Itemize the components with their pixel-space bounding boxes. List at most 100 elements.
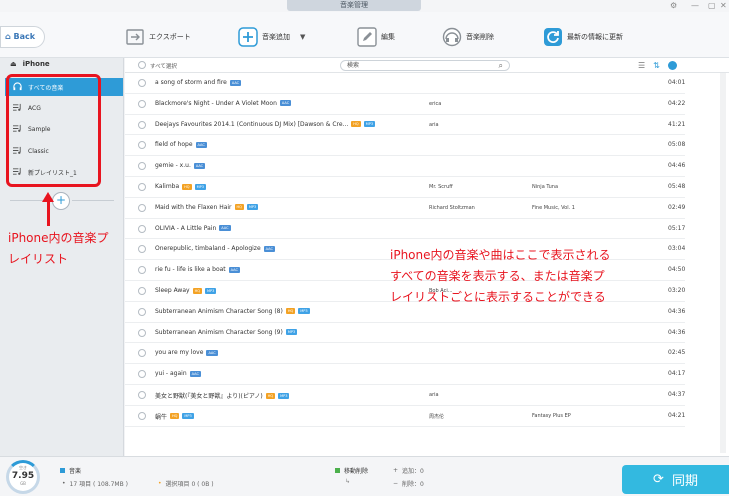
format-badge: AAC [219,225,231,232]
back-button[interactable]: ⌂ Back [0,26,45,48]
format-badge: AAC [229,79,242,86]
track-duration: 02:49 [668,203,686,211]
artist-view-icon[interactable]: ⇅ [653,61,660,70]
delete-music-icon [442,27,462,47]
row-checkbox[interactable] [138,162,146,171]
track-title: Deejays Favourites 2014.1 (Continuous DJ… [155,120,376,128]
table-row[interactable]: 蜗牛 HQ MP3 周杰伦 Fantasy Plus EP 04:21 [125,406,685,427]
export-icon [125,27,145,47]
track-duration: 03:20 [668,287,686,294]
chevron-down-icon[interactable]: ▼ [300,33,305,41]
format-badge: HQ [351,121,361,128]
track-title: Subterranean Animism Character Song (9) M… [155,328,298,336]
search-icon: ⌕ [498,61,503,70]
table-row[interactable]: Maid with the Flaxen Hair HQ MP3 Richard St… [125,198,685,219]
row-checkbox[interactable] [138,328,146,337]
format-badge: AAC [228,266,240,273]
table-row[interactable]: field of hope AAC 05:08 [125,135,685,157]
row-checkbox[interactable] [138,183,146,191]
edit-button[interactable]: 編集 [357,26,395,48]
track-album: Ninja Tuna [532,184,559,190]
gear-icon[interactable]: ⚙ [670,1,677,10]
track-title: Subterranean Animism Character Song (8) H… [155,307,310,315]
row-checkbox[interactable] [138,391,146,399]
add-playlist-button[interactable]: + [52,192,70,210]
format-badge: MP3 [204,287,217,294]
export-button[interactable]: エクスポート [125,26,191,48]
delete-count: − 削除：0 [393,480,424,488]
music-color-icon [60,468,65,473]
track-title: you are my love AAC [155,349,218,357]
track-title: Blackmore's Night - Under A Violet Moon A… [155,99,292,107]
format-badge: AAC [195,141,207,148]
row-checkbox[interactable] [138,287,146,295]
row-checkbox[interactable] [138,370,146,379]
scrollbar[interactable] [720,73,726,453]
row-checkbox[interactable] [138,99,146,108]
row-checkbox[interactable] [138,266,146,275]
window-title: 音楽管理 [287,0,421,11]
table-row[interactable]: you are my love AAC 02:45 [125,343,685,365]
row-checkbox[interactable] [138,120,146,129]
row-checkbox[interactable] [138,224,146,233]
refresh-button[interactable]: 最新の情報に更新 [543,26,623,48]
add-count: + 追加：0 [393,467,424,475]
status-footer: 空き 7.95 GB 音楽 • 17 項目 ( 108.7MB ) • 選択項目… [0,456,729,496]
track-duration: 04:37 [668,391,686,398]
format-badge: HQ [234,204,244,211]
annotation-highlight-box [6,74,101,187]
refresh-icon [543,27,563,47]
select-all-checkbox[interactable] [138,61,146,69]
track-artist: aria [429,392,439,398]
format-badge: HQ [182,183,192,190]
table-row[interactable]: Subterranean Animism Character Song (9) M… [125,323,685,344]
row-checkbox[interactable] [138,307,146,316]
table-row[interactable]: a song of storm and fire AAC 04:01 [125,73,685,94]
track-title: yui - again AAC [155,370,201,378]
table-row[interactable]: OLIVIA - A Little Pain AAC 05:17 [125,219,685,240]
capacity-gauge: 空き 7.95 GB [6,460,40,494]
list-header: すべて選択 検索 ⌕ ☰ ⇅ [125,58,729,73]
row-checkbox[interactable] [138,141,146,150]
delete-music-button[interactable]: 音楽削除 [442,26,494,48]
divider [72,200,114,201]
annotation-left-text: iPhone内の音楽プ レイリスト [8,231,109,266]
table-row[interactable]: Kalimba HQ MP3 Mr. Scruff Ninja Tuna 05:48 [125,177,685,198]
sync-button[interactable]: ⟳ 同期 [622,465,729,494]
row-checkbox[interactable] [138,79,146,87]
eject-icon: ⏏ [10,60,17,68]
table-row[interactable]: Blackmore's Night - Under A Violet Moon A… [125,94,685,115]
format-badge: MP3 [194,183,206,190]
table-row[interactable]: 美女と野獣(『美女と野獣』より)(ピアノ) HQ MP3 aria 04:37 [125,385,685,406]
list-view-icon[interactable]: ☰ [638,61,645,70]
row-checkbox[interactable] [138,245,146,254]
annotation-arrow-shaft [47,200,50,226]
table-row[interactable]: gemie - x.u. AAC 04:46 [125,156,685,177]
plus-icon: + [393,467,399,474]
minimize-icon[interactable]: — [691,1,699,10]
table-row[interactable]: Deejays Favourites 2014.1 (Continuous DJ… [125,115,685,136]
device-header[interactable]: ⏏ iPhone [0,58,123,71]
format-badge: AAC [193,162,206,169]
track-artist: aria [429,121,439,128]
search-input[interactable]: 検索 ⌕ [340,60,510,71]
add-music-button[interactable]: 音楽追加 ▼ [238,26,305,48]
selected-count: • 選択項目 0 ( 0B ) [158,480,214,488]
album-view-icon[interactable] [667,61,677,70]
format-badge: AAC [189,370,201,377]
view-toggle-group: ☰ ⇅ [638,58,698,73]
bullet-icon: • [158,480,162,487]
close-icon[interactable]: ✕ [720,1,727,10]
table-row[interactable]: yui - again AAC 04:17 [125,364,685,385]
format-badge: HQ [170,413,180,420]
track-title: a song of storm and fire AAC [155,79,242,86]
format-badge: AAC [279,100,292,107]
home-icon: ⌂ [5,32,11,41]
track-title: Onerepublic, timbaland - Apologize AAC [155,245,275,253]
track-album: Fantasy Plus EP [532,412,571,419]
row-checkbox[interactable] [138,411,146,420]
maximize-icon[interactable]: ▢ [708,1,716,10]
row-checkbox[interactable] [138,349,146,358]
track-duration: 04:21 [668,411,686,419]
row-checkbox[interactable] [138,203,146,212]
